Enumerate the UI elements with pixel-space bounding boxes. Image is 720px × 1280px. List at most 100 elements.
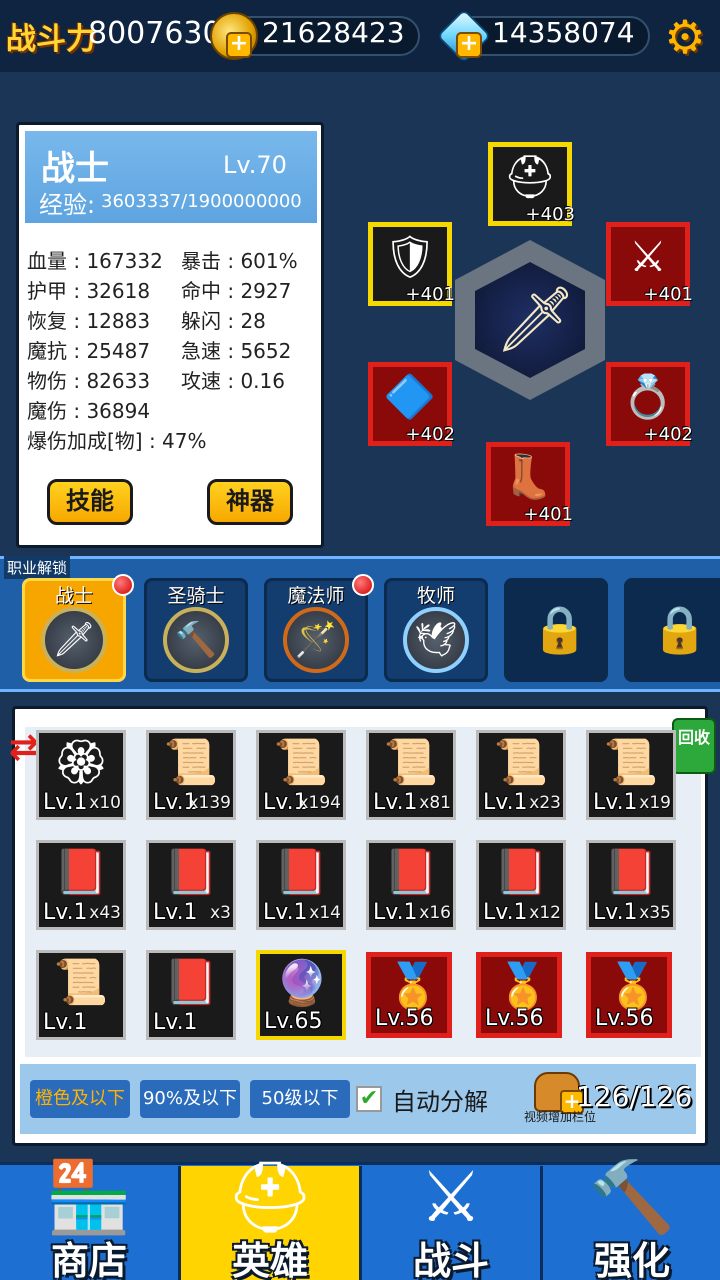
main-weapon-slot[interactable]: 🗡 — [455, 240, 605, 400]
item-level: Lv.1 — [593, 900, 638, 925]
skill-button[interactable]: 技能 — [47, 479, 133, 525]
golden-rune-icon: 🏵 — [53, 737, 109, 788]
class-name: 战士 — [54, 585, 93, 607]
artifact-button[interactable]: 神器 — [207, 479, 293, 525]
class-unlock-label: 职业解锁 — [4, 556, 71, 579]
filter-90-percent[interactable]: 90%及以下 — [140, 1080, 240, 1118]
inventory-item[interactable]: 📕 Lv.1 x43 — [36, 840, 126, 930]
scroll-icon: 📜 — [273, 737, 329, 788]
class-tab-warrior[interactable]: 战士 🗡 — [22, 578, 126, 682]
equip-slot-weapon[interactable]: ⚔ +401 — [606, 222, 693, 306]
equip-slot-boots[interactable]: 👢 +401 — [486, 442, 573, 526]
equip-bonus: +402 — [643, 424, 693, 445]
equip-slot-armor[interactable]: 🛡 +401 — [368, 222, 455, 306]
armor-icon: 🛡 — [383, 232, 437, 281]
inventory-item[interactable]: 📜 Lv.1 x139 — [146, 730, 236, 820]
stat-crit-damage-bonus: 爆伤加成[物] : 47% — [27, 429, 207, 453]
stat-magic-resist: 魔抗 : 25487 — [27, 339, 151, 363]
staff-icon: 🪄 — [283, 607, 349, 673]
spellbook-icon: 📕 — [493, 847, 549, 898]
inventory-item[interactable]: 📕 Lv.1 x3 — [146, 840, 236, 930]
stat-regen: 恢复 : 12883 — [27, 309, 151, 333]
inventory-item[interactable]: 📕 Lv.1 x16 — [366, 840, 456, 930]
equip-slot-amulet[interactable]: 🔷 +402 — [368, 362, 455, 446]
nav-label: 战斗 — [412, 1239, 489, 1280]
item-quantity: x35 — [639, 903, 671, 923]
scroll-icon: 📜 — [493, 737, 549, 788]
stat-dodge: 躲闪 : 28 — [181, 309, 266, 333]
stat-hp: 血量 : 167332 — [27, 249, 163, 273]
class-name: 魔法师 — [287, 585, 345, 607]
notification-badge — [352, 574, 374, 596]
item-quantity: x10 — [89, 793, 121, 813]
scroll-icon: 📜 — [53, 957, 109, 1008]
item-level: Lv.56 — [485, 1006, 544, 1031]
inventory-item-rare[interactable]: 🏅 Lv.56 — [476, 952, 562, 1038]
auto-decompose-checkbox[interactable]: ✔ — [356, 1086, 382, 1112]
combat-power-value: 8007630 — [88, 16, 222, 51]
inventory-item[interactable]: 📜 Lv.1 x81 — [366, 730, 456, 820]
class-tab-paladin[interactable]: 圣骑士 🔨 — [144, 578, 248, 682]
shop-icon: 🏪 — [45, 1156, 133, 1238]
nav-label: 强化 — [593, 1239, 670, 1280]
add-gold-button[interactable]: + — [226, 32, 252, 58]
stat-attack-speed: 攻速 : 0.16 — [181, 369, 285, 393]
inventory-item[interactable]: 📕 Lv.1 — [146, 950, 236, 1040]
gear-icon[interactable]: ⚙ — [662, 14, 708, 60]
hero-level: Lv.70 — [223, 151, 287, 179]
item-quantity: x139 — [188, 793, 231, 813]
spellbook-icon: 📕 — [163, 957, 219, 1008]
nav-tab-enhance[interactable]: 🔨 强化 — [543, 1156, 720, 1280]
item-quantity: x81 — [419, 793, 451, 813]
inventory-item[interactable]: 📜 Lv.1 x194 — [256, 730, 346, 820]
inventory-item[interactable]: 📜 Lv.1 — [36, 950, 126, 1040]
item-level: Lv.56 — [595, 1006, 654, 1031]
item-quantity: x194 — [298, 793, 341, 813]
inventory-item-rare[interactable]: 🏅 Lv.56 — [366, 952, 452, 1038]
item-quantity: x16 — [419, 903, 451, 923]
anvil-hammer-icon: 🔨 — [588, 1156, 676, 1238]
nav-tab-shop[interactable]: 🏪 商店 — [0, 1156, 178, 1280]
inventory-item[interactable]: 📕 Lv.1 x35 — [586, 840, 676, 930]
class-tab-priest[interactable]: 牧师 🕊 — [384, 578, 488, 682]
equip-slot-helmet[interactable]: ⛑ +403 — [488, 142, 575, 226]
inventory-item[interactable]: 📕 Lv.1 x12 — [476, 840, 566, 930]
inventory-item-legendary[interactable]: 🔮 Lv.65 — [256, 950, 346, 1040]
nav-tab-battle[interactable]: ⚔ 战斗 — [362, 1156, 540, 1280]
lock-icon: 🔒 — [651, 602, 709, 656]
class-tab-locked[interactable]: 🔒 — [624, 578, 720, 682]
inventory-item[interactable]: 📜 Lv.1 x19 — [586, 730, 676, 820]
class-tab-mage[interactable]: 魔法师 🪄 — [264, 578, 368, 682]
inventory-item[interactable]: 📜 Lv.1 x23 — [476, 730, 566, 820]
item-quantity: x23 — [529, 793, 561, 813]
spellbook-icon: 📕 — [603, 847, 659, 898]
gold-value: 21628423 — [262, 16, 405, 49]
item-quantity: x14 — [309, 903, 341, 923]
hero-info-panel: 战士 Lv.70 经验: 3603337/1900000000 血量 : 167… — [16, 122, 324, 548]
recycle-button[interactable]: 回收 — [672, 718, 716, 774]
inventory-item[interactable]: 📕 Lv.1 x14 — [256, 840, 346, 930]
equip-slot-ring[interactable]: 💍 +402 — [606, 362, 693, 446]
nav-tab-hero[interactable]: ⛑ 英雄 — [181, 1156, 359, 1280]
add-gem-button[interactable]: + — [456, 32, 482, 58]
equip-bonus: +401 — [523, 504, 573, 525]
spellbook-icon: 📕 — [273, 847, 329, 898]
boots-icon: 👢 — [501, 452, 555, 501]
scroll-icon: 📜 — [603, 737, 659, 788]
filter-level-50[interactable]: 50级以下 — [250, 1080, 350, 1118]
stat-physical-damage: 物伤 : 82633 — [27, 369, 151, 393]
wings-icon: 🕊 — [403, 607, 469, 673]
filter-orange-and-below[interactable]: 橙色及以下 — [30, 1080, 130, 1118]
scroll-icon: 📜 — [383, 737, 439, 788]
item-level: Lv.1 — [43, 900, 88, 925]
inventory-item[interactable]: 🏵 Lv.1 x10 — [36, 730, 126, 820]
class-tab-locked[interactable]: 🔒 — [504, 578, 608, 682]
item-quantity: x3 — [210, 903, 231, 923]
crossed-swords-icon: ⚔ — [419, 1156, 483, 1238]
helmet-icon: ⛑ — [503, 152, 557, 201]
class-name: 牧师 — [416, 585, 455, 607]
item-level: Lv.1 — [263, 900, 308, 925]
ring-icon: 💍 — [621, 372, 675, 421]
item-quantity: x12 — [529, 903, 561, 923]
inventory-item-rare[interactable]: 🏅 Lv.56 — [586, 952, 672, 1038]
